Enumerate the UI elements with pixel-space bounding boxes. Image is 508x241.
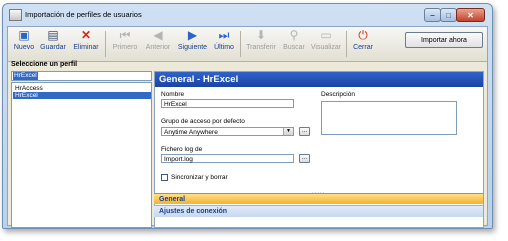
first-button[interactable]: ⏮ Primero [110,29,140,59]
access-group-browse-button[interactable]: ... [299,127,310,136]
maximize-icon: □ [446,10,451,20]
log-file-browse-button[interactable]: ... [299,154,310,163]
next-button[interactable]: ▶ Siguiente [176,29,209,59]
close-window-button[interactable]: ✕ [456,8,485,22]
new-button[interactable]: ▣ Nuevo [12,29,36,59]
delete-label: Eliminar [73,44,99,51]
minimize-button[interactable]: – [424,8,441,22]
list-item[interactable]: HrExcel [13,92,151,99]
profile-search-value: HrExcel [13,72,38,80]
description-label: Descripción [321,91,355,98]
close-label: Cerrar [353,44,373,51]
name-label: Nombre [161,91,185,98]
close-button[interactable]: ⏻ Cerrar [350,29,376,59]
list-item[interactable]: HrAccess [13,85,151,92]
first-icon: ⏮ [119,28,131,42]
delete-button[interactable]: ✕ Eliminar [70,29,102,59]
description-textarea[interactable] [321,101,457,135]
window-title: Importación de perfiles de usuarios [25,10,142,19]
search-label: Buscar [283,44,305,51]
view-button[interactable]: ▭ Visualizar [309,29,343,59]
next-icon: ▶ [187,28,198,42]
sync-delete-checkbox[interactable] [161,174,168,181]
view-label: Visualizar [310,44,342,51]
section-general[interactable]: General [154,193,483,204]
title-bar[interactable]: Importación de perfiles de usuarios – □ … [3,4,492,26]
search-button[interactable]: ⚲ Buscar [281,29,307,59]
last-button[interactable]: ⏭ Último [211,29,237,59]
toolbar-separator [240,31,241,57]
close-x-icon: ✕ [467,10,474,20]
select-profile-label: Seleccione un perfil [11,61,78,68]
minimize-icon: – [430,10,435,20]
first-label: Primero [112,44,138,51]
delete-icon: ✕ [80,28,92,42]
next-label: Siguiente [177,44,208,51]
new-label: Nuevo [13,44,35,51]
view-icon: ▭ [320,28,332,42]
save-button[interactable]: ▤ Guardar [38,29,68,59]
transfer-label: Transferir [246,44,276,51]
maximize-button[interactable]: □ [440,8,457,22]
close-icon: ⏻ [358,28,368,42]
app-window-icon [9,9,22,21]
access-group-label: Grupo de acceso por defecto [161,118,245,125]
log-file-label: Fichero log de [161,146,203,153]
last-icon: ⏭ [218,28,230,42]
save-icon: ▤ [47,28,59,42]
log-file-field[interactable]: Import.log [161,154,294,163]
detail-header: General - HrExcel [155,72,483,87]
profile-search-input[interactable]: HrExcel [11,71,152,81]
previous-button[interactable]: ◀ Anterior [142,29,174,59]
new-icon: ▣ [18,28,30,42]
access-group-select[interactable]: Anytime Anywhere ▼ [161,127,294,136]
toolbar: ▣ Nuevo ▤ Guardar ✕ Eliminar ⏮ Primero ◀… [8,27,487,62]
search-icon: ⚲ [289,28,299,42]
access-group-value: Anytime Anywhere [164,129,218,136]
transfer-icon: ⬇ [255,28,267,42]
last-label: Último [214,44,234,51]
toolbar-separator [105,31,106,57]
toolbar-separator [346,31,347,57]
previous-icon: ◀ [153,28,163,42]
save-label: Guardar [40,44,66,51]
import-now-button[interactable]: Importar ahora [405,32,483,48]
profile-list[interactable]: HrAccess HrExcel [11,82,152,228]
previous-label: Anterior [145,44,171,51]
transfer-button[interactable]: ⬇ Transferir [244,29,278,59]
sync-delete-label: Sincronizar y borrar [171,174,228,181]
name-field[interactable]: HrExcel [161,99,294,108]
chevron-down-icon[interactable]: ▼ [283,128,293,135]
section-connection-settings[interactable]: Ajustes de conexión [154,205,483,217]
